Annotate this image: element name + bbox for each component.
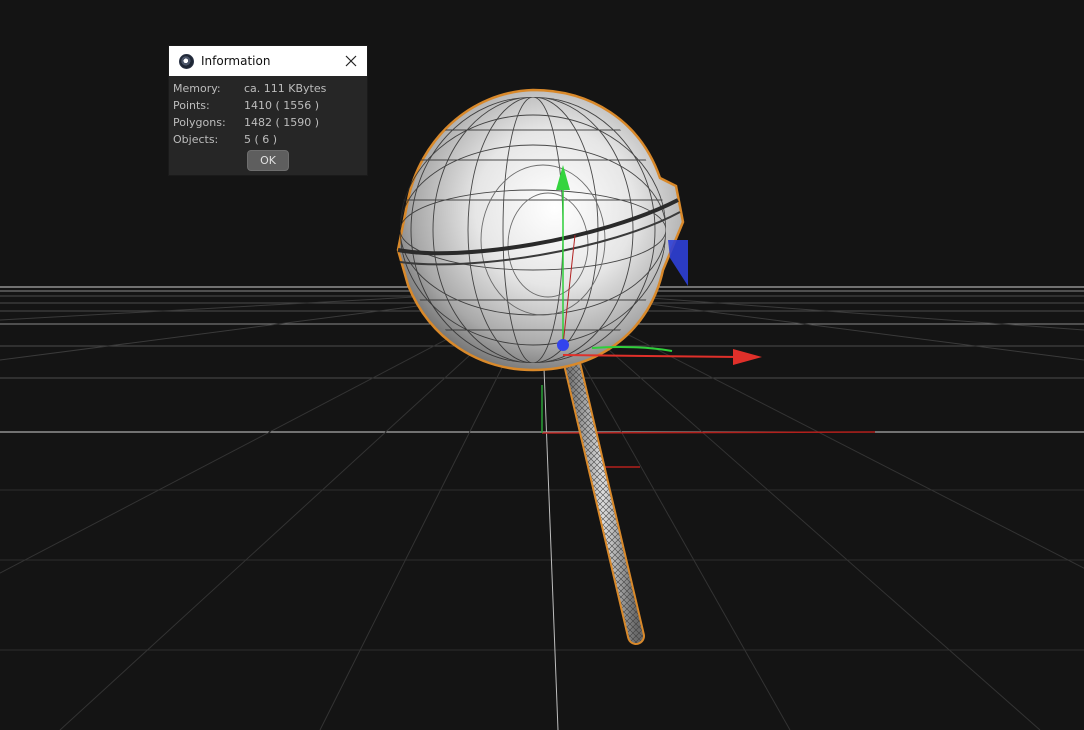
info-label: Objects: bbox=[173, 133, 219, 146]
info-value: 5 ( 6 ) bbox=[244, 133, 278, 146]
info-row-polygons: Polygons: 1482 ( 1590 ) bbox=[169, 114, 367, 131]
close-icon bbox=[345, 55, 357, 67]
x-axis-arrow-icon[interactable] bbox=[733, 349, 762, 365]
information-dialog: Information Memory: ca. 111 KBytes Point… bbox=[168, 45, 368, 176]
dialog-title: Information bbox=[201, 54, 271, 68]
lollipop-stick[interactable] bbox=[561, 346, 645, 645]
info-label: Memory: bbox=[173, 82, 221, 95]
lollipop-candy[interactable] bbox=[396, 88, 685, 372]
info-value: 1410 ( 1556 ) bbox=[244, 99, 320, 112]
info-value: ca. 111 KBytes bbox=[244, 82, 327, 95]
dialog-titlebar[interactable]: Information bbox=[169, 46, 367, 76]
info-row-memory: Memory: ca. 111 KBytes bbox=[169, 80, 367, 97]
info-row-objects: Objects: 5 ( 6 ) bbox=[169, 131, 367, 148]
ok-button[interactable]: OK bbox=[247, 150, 289, 171]
cinema4d-logo-icon bbox=[179, 53, 194, 69]
info-row-points: Points: 1410 ( 1556 ) bbox=[169, 97, 367, 114]
info-label: Polygons: bbox=[173, 116, 226, 129]
info-label: Points: bbox=[173, 99, 210, 112]
3d-viewport[interactable] bbox=[0, 0, 1084, 730]
gizmo-center-handle[interactable] bbox=[557, 339, 569, 351]
close-button[interactable] bbox=[340, 50, 362, 72]
info-value: 1482 ( 1590 ) bbox=[244, 116, 320, 129]
info-list: Memory: ca. 111 KBytes Points: 1410 ( 15… bbox=[169, 76, 367, 148]
z-axis-handle-icon[interactable] bbox=[668, 240, 688, 286]
